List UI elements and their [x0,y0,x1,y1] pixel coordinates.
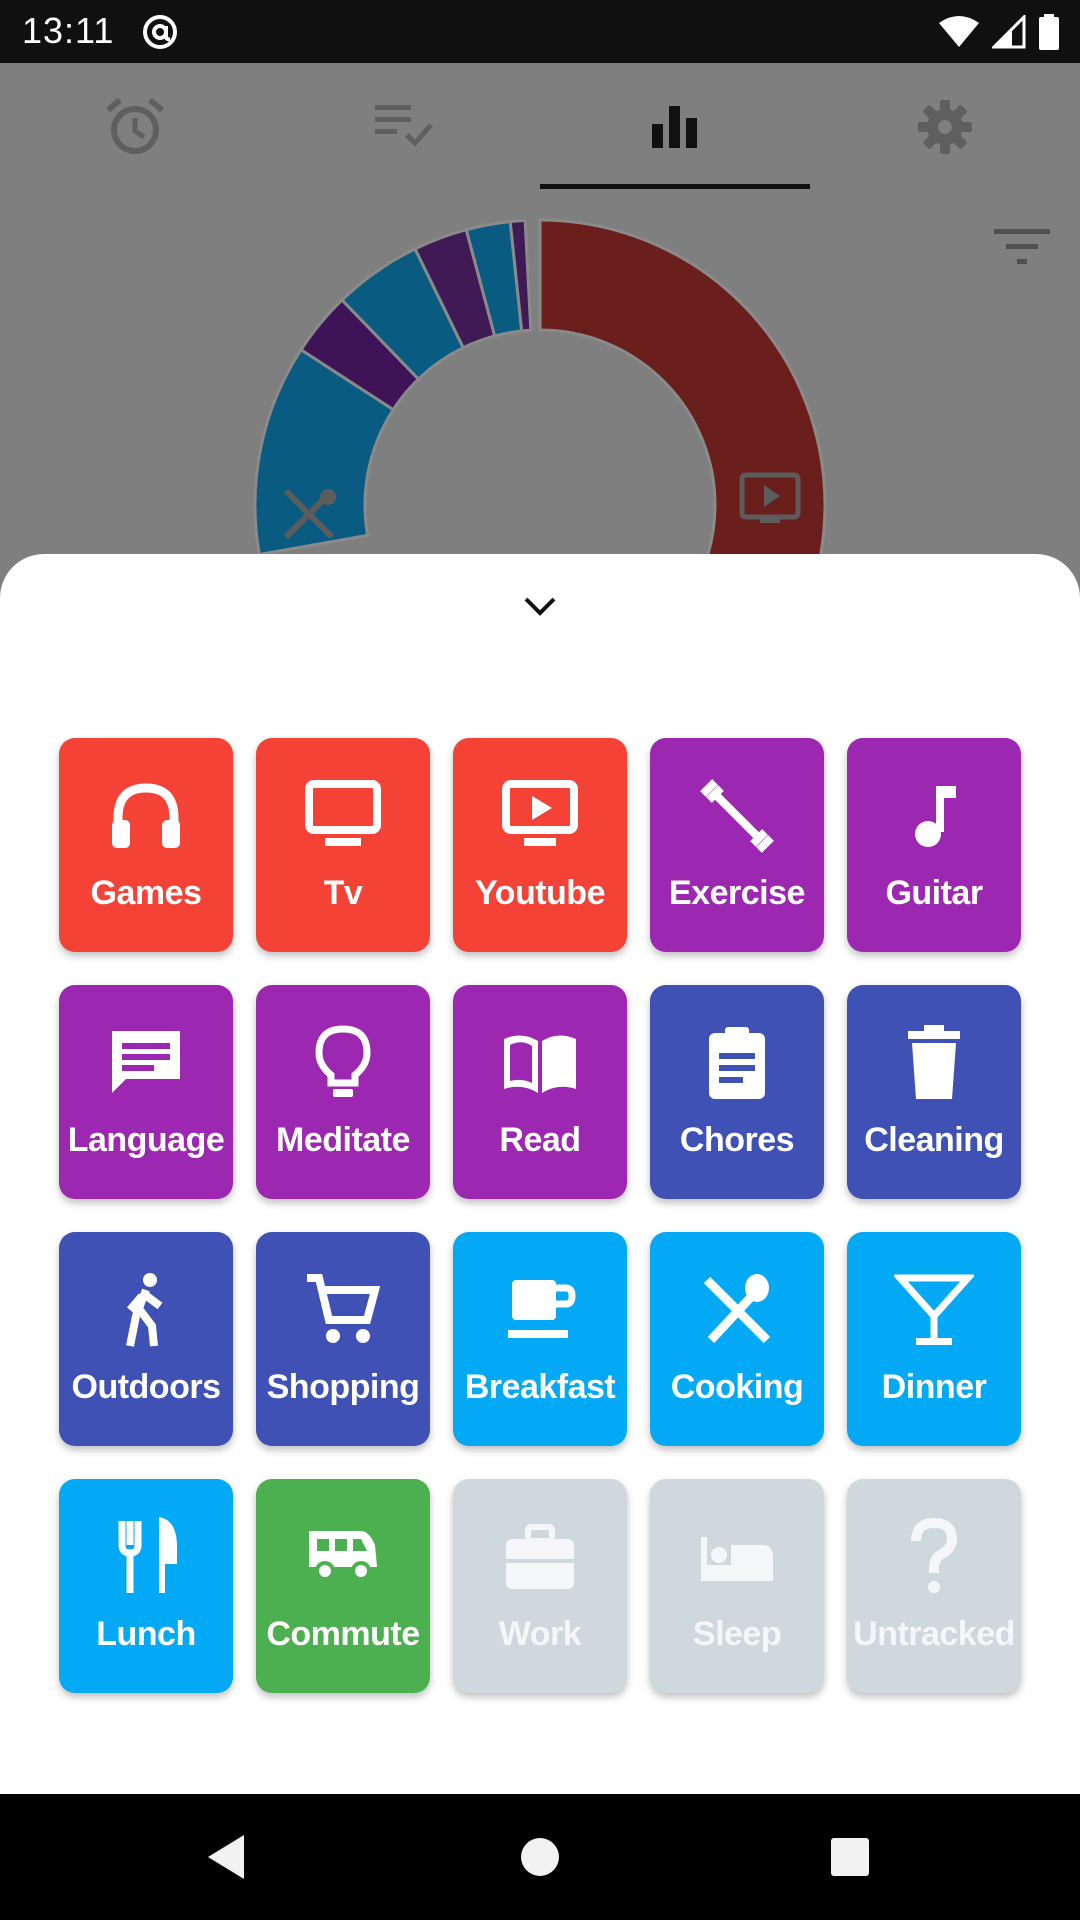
question-mark-icon [911,1517,958,1593]
activity-picker-sheet: Games Tv Youtube Exercise Guitar Language Medi… [0,554,1080,1794]
activity-tile-label: Outdoors [71,1368,221,1406]
activity-tile-untracked[interactable]: Untracked [847,1479,1021,1693]
activity-tile-label: Language [67,1121,225,1159]
youtube-tv-icon [502,780,578,846]
chat-message-icon [112,1031,180,1093]
battery-icon [1039,14,1059,50]
activity-tile-label: Sleep [692,1615,782,1653]
activity-tile-label: Cleaning [864,1121,1004,1159]
activity-tile-label: Dinner [881,1368,987,1406]
activity-tile-label: Commute [266,1615,420,1653]
activity-tile-youtube[interactable]: Youtube [453,738,627,952]
nav-home-button[interactable] [507,1824,573,1890]
walking-person-icon [126,1273,163,1347]
activity-tile-exercise[interactable]: Exercise [650,738,824,952]
donut-segment [538,218,827,554]
activity-tile-games[interactable]: Games [59,738,233,952]
activity-tile-read[interactable]: Read [453,985,627,1199]
activity-grid: Games Tv Youtube Exercise Guitar Language Medi… [59,738,1023,1693]
monitor-icon [305,780,381,846]
activity-tile-label: Cooking [670,1368,804,1406]
activity-tile-commute[interactable]: Commute [256,1479,430,1693]
activity-tile-cooking[interactable]: Cooking [650,1232,824,1446]
clipboard-icon [709,1027,765,1099]
activity-tile-label: Untracked [853,1615,1015,1653]
music-note-icon [915,786,956,847]
time-donut-chart [253,218,827,554]
status-time: 13:11 [22,10,115,51]
activity-tile-dinner[interactable]: Dinner [847,1232,1021,1446]
activity-tile-outdoors[interactable]: Outdoors [59,1232,233,1446]
briefcase-icon [506,1524,574,1589]
wifi-icon [939,16,979,47]
lightbulb-icon [315,1025,371,1097]
back-icon [208,1835,244,1879]
open-book-icon [504,1035,576,1093]
signal-icon [992,15,1026,49]
activity-tile-sleep[interactable]: Sleep [650,1479,824,1693]
activity-tile-tv[interactable]: Tv [256,738,430,952]
at-sign-icon [143,15,177,49]
activity-tile-label: Read [499,1121,581,1159]
dumbbell-icon [700,779,774,853]
coffee-cup-icon [508,1280,576,1338]
headphones-icon [112,783,180,848]
cocktail-glass-icon [894,1274,974,1345]
chevron-down-icon [524,597,556,616]
van-icon [309,1531,377,1581]
activity-tile-label: Lunch [96,1615,196,1653]
collapse-sheet-button[interactable] [510,576,570,636]
activity-tile-label: Chores [679,1121,795,1159]
activity-tile-lunch[interactable]: Lunch [59,1479,233,1693]
screen: 13:11 Games Tv Youtube Exercise Guitar L… [0,0,1080,1920]
activity-tile-shopping[interactable]: Shopping [256,1232,430,1446]
status-icons [938,12,1060,52]
activity-tile-label: Exercise [669,874,805,912]
activity-tile-language[interactable]: Language [59,985,233,1199]
nav-back-button[interactable] [193,1824,259,1890]
activity-tile-label: Breakfast [464,1368,616,1406]
activity-tile-label: Games [90,874,202,912]
home-icon [521,1838,559,1876]
activity-tile-work[interactable]: Work [453,1479,627,1693]
navigation-bar [0,1794,1080,1920]
trash-can-icon [908,1025,960,1099]
activity-tile-cleaning[interactable]: Cleaning [847,985,1021,1199]
bed-icon [701,1537,773,1581]
activity-tile-label: Meditate [276,1121,410,1159]
activity-tile-meditate[interactable]: Meditate [256,985,430,1199]
fork-knife-icon [118,1517,177,1593]
recents-icon [831,1838,869,1876]
activity-tile-label: Work [498,1615,582,1653]
activity-tile-label: Tv [323,874,363,912]
activity-tile-breakfast[interactable]: Breakfast [453,1232,627,1446]
activity-tile-label: Shopping [266,1368,420,1406]
status-bar: 13:11 [0,0,1080,63]
nav-recents-button[interactable] [817,1824,883,1890]
activity-tile-chores[interactable]: Chores [650,985,824,1199]
activity-tile-label: Guitar [885,874,983,912]
shopping-cart-icon [307,1274,381,1343]
activity-tile-guitar[interactable]: Guitar [847,738,1021,952]
activity-tile-label: Youtube [475,874,605,912]
utensils-crossed-icon [703,1274,771,1344]
